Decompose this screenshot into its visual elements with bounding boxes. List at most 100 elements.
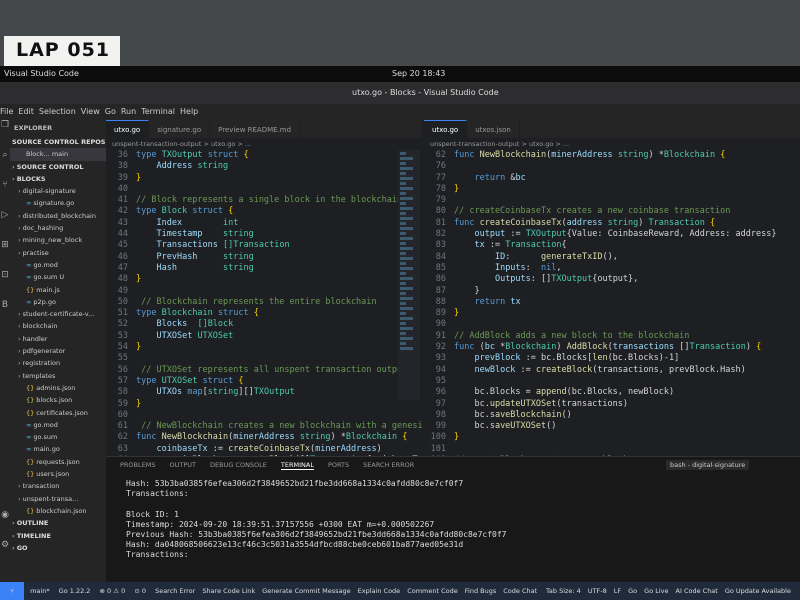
status-item[interactable]: Find Bugs bbox=[465, 587, 496, 595]
remote-icon[interactable]: ⊡ bbox=[0, 270, 10, 300]
code-line[interactable]: 99 bc.saveUTXOSet() bbox=[424, 421, 800, 432]
menu-item-view[interactable]: View bbox=[81, 107, 100, 116]
menu-item-edit[interactable]: Edit bbox=[18, 107, 34, 116]
code-line[interactable]: 77 return &bc bbox=[424, 173, 800, 184]
right-code-view[interactable]: 62 func NewBlockchain(minerAddress string… bbox=[424, 150, 800, 456]
ports-indicator[interactable]: ⊙ 0 bbox=[134, 587, 146, 595]
panel-tab-debug-console[interactable]: DEBUG CONSOLE bbox=[210, 461, 267, 469]
tree-item[interactable]: ∞ signature.go bbox=[10, 197, 106, 209]
code-line[interactable]: 100} bbox=[424, 432, 800, 443]
remote-indicator[interactable]: ⚡ bbox=[0, 582, 24, 600]
tree-item[interactable]: › OUTLINE bbox=[10, 517, 106, 529]
status-item[interactable]: Search Error bbox=[155, 587, 195, 595]
code-line[interactable]: 76 bbox=[424, 161, 800, 172]
code-line[interactable]: 44 Timestamp string bbox=[106, 229, 422, 240]
tree-item[interactable]: ∞ go.mod bbox=[10, 259, 106, 271]
code-line[interactable]: 52 Blocks []Block bbox=[106, 319, 422, 330]
code-line[interactable]: 101 bbox=[424, 444, 800, 455]
status-item[interactable]: Go bbox=[628, 587, 637, 595]
code-line[interactable]: 62 func NewBlockchain(minerAddress string… bbox=[424, 150, 800, 161]
code-line[interactable]: 57 type UTXOSet struct { bbox=[106, 376, 422, 387]
left-editor-tab[interactable]: utxo.go bbox=[106, 120, 150, 139]
code-line[interactable]: 86 Outputs: []TXOutput{output}, bbox=[424, 274, 800, 285]
source-control-section[interactable]: SOURCE CONTROL REPOS... bbox=[10, 136, 106, 148]
status-item[interactable]: Share Code Link bbox=[202, 587, 255, 595]
os-clock[interactable]: Sep 20 18:43 bbox=[392, 66, 445, 82]
code-line[interactable]: 78} bbox=[424, 184, 800, 195]
code-line[interactable]: 96 bc.Blocks = append(bc.Blocks, newBloc… bbox=[424, 387, 800, 398]
code-line[interactable]: 50 // Blockchain represents the entire b… bbox=[106, 297, 422, 308]
gear-icon[interactable]: ⚙ bbox=[0, 540, 10, 570]
right-editor-tab[interactable]: utxos.json bbox=[467, 121, 520, 139]
extensions-icon[interactable]: ⊞ bbox=[0, 240, 10, 270]
code-line[interactable]: 56 // UTXOSet represents all unspent tra… bbox=[106, 365, 422, 376]
tree-item[interactable]: {} blocks.json bbox=[10, 394, 106, 406]
tree-item[interactable]: › distributed_blockchain bbox=[10, 210, 106, 222]
tree-item[interactable]: › GO bbox=[10, 542, 106, 554]
code-line[interactable]: 48} bbox=[106, 274, 422, 285]
account-icon[interactable]: ◉ bbox=[0, 510, 10, 540]
code-line[interactable]: 83 tx := Transaction{ bbox=[424, 240, 800, 251]
code-line[interactable]: 38 Address string bbox=[106, 161, 422, 172]
code-line[interactable]: 63 coinbaseTx := createCoinbaseTx(minerA… bbox=[106, 444, 422, 455]
left-code-view[interactable]: 36 type TXOutput struct {38 Address strin… bbox=[106, 150, 422, 456]
code-line[interactable]: 58 UTXOs map[string][]TXOutput bbox=[106, 387, 422, 398]
os-app-name[interactable]: Visual Studio Code bbox=[4, 66, 79, 82]
tree-item[interactable]: › practise bbox=[10, 247, 106, 259]
tree-item[interactable]: ∞ go.mod bbox=[10, 419, 106, 431]
code-line[interactable]: 81 func createCoinbaseTx(address string) … bbox=[424, 218, 800, 229]
tree-item[interactable]: ∞ go.sum U bbox=[10, 271, 106, 283]
code-line[interactable]: 84 ID: generateTxID(), bbox=[424, 252, 800, 263]
tree-item[interactable]: › mining_new_block bbox=[10, 234, 106, 246]
status-item[interactable]: AI Code Chat bbox=[676, 587, 718, 595]
code-line[interactable]: 90 bbox=[424, 319, 800, 330]
tree-item[interactable]: › student-certificate-v... bbox=[10, 308, 106, 320]
code-line[interactable]: 87 } bbox=[424, 286, 800, 297]
left-editor-tab[interactable]: Preview README.md bbox=[210, 121, 301, 139]
code-line[interactable]: 89} bbox=[424, 308, 800, 319]
left-editor-tab[interactable]: signature.go bbox=[149, 121, 211, 139]
code-line[interactable]: 46 PrevHash string bbox=[106, 252, 422, 263]
code-line[interactable]: 62 func NewBlockchain(minerAddress string… bbox=[106, 432, 422, 443]
status-item[interactable]: UTF-8 bbox=[588, 587, 607, 595]
tree-item[interactable]: {} requests.json bbox=[10, 456, 106, 468]
panel-tab-ports[interactable]: PORTS bbox=[328, 461, 349, 469]
code-line[interactable]: 97 bc.updateUTXOSet(transactions) bbox=[424, 399, 800, 410]
code-line[interactable]: 61 // NewBlockchain creates a new blockc… bbox=[106, 421, 422, 432]
go-version[interactable]: Go 1.22.2 bbox=[59, 587, 91, 595]
code-line[interactable]: 41 // Block represents a single block in … bbox=[106, 195, 422, 206]
panel-tab-output[interactable]: OUTPUT bbox=[169, 461, 196, 469]
code-line[interactable]: 88 return tx bbox=[424, 297, 800, 308]
run-debug-icon[interactable]: ▷ bbox=[0, 210, 10, 240]
code-line[interactable]: 92 func (bc *Blockchain) AddBlock(transac… bbox=[424, 342, 800, 353]
tree-item[interactable]: › TIMELINE bbox=[10, 530, 106, 542]
tree-item[interactable]: {} main.js bbox=[10, 284, 106, 296]
panel-tab-problems[interactable]: PROBLEMS bbox=[120, 461, 155, 469]
code-line[interactable]: 54} bbox=[106, 342, 422, 353]
code-line[interactable]: 98 bc.saveBlockchain() bbox=[424, 410, 800, 421]
panel-tab-terminal[interactable]: TERMINAL bbox=[280, 461, 314, 470]
source-control-icon[interactable]: ⑂ bbox=[0, 180, 10, 210]
code-line[interactable]: 42 type Block struct { bbox=[106, 206, 422, 217]
code-line[interactable]: 80 // createCoinbaseTx creates a new coin… bbox=[424, 206, 800, 217]
code-line[interactable]: 51 type Blockchain struct { bbox=[106, 308, 422, 319]
tree-item[interactable]: › templates bbox=[10, 370, 106, 382]
tree-item[interactable]: › SOURCE CONTROL bbox=[10, 161, 106, 173]
code-line[interactable]: 85 Inputs: nil, bbox=[424, 263, 800, 274]
code-line[interactable]: 49 bbox=[106, 286, 422, 297]
tree-item[interactable]: › blockchain bbox=[10, 320, 106, 332]
code-line[interactable]: 36 type TXOutput struct { bbox=[106, 150, 422, 161]
code-line[interactable]: 45 Transactions []Transaction bbox=[106, 240, 422, 251]
status-item[interactable]: Comment Code bbox=[407, 587, 458, 595]
tree-item[interactable]: › unspent-transa... bbox=[10, 493, 106, 505]
files-icon[interactable]: ❐ bbox=[0, 120, 10, 150]
left-breadcrumb[interactable]: unspent-transaction-output > utxo.go > .… bbox=[106, 138, 422, 150]
panel-tab-search-error[interactable]: SEARCH ERROR bbox=[363, 461, 414, 469]
tree-item[interactable]: › transaction bbox=[10, 480, 106, 492]
tree-item[interactable]: {} certificates.json bbox=[10, 407, 106, 419]
code-line[interactable]: 47 Hash string bbox=[106, 263, 422, 274]
tree-item[interactable]: ∞ go.sum bbox=[10, 431, 106, 443]
menu-item-help[interactable]: Help bbox=[180, 107, 198, 116]
code-line[interactable]: 60 bbox=[106, 410, 422, 421]
search-icon[interactable]: ⌕ bbox=[0, 150, 10, 180]
